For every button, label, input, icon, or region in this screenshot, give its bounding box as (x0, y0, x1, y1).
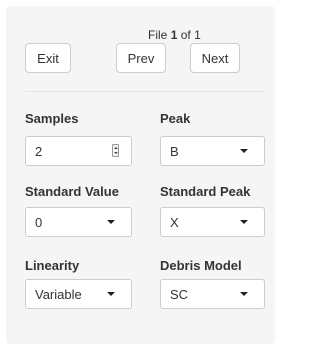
section-divider (25, 91, 265, 92)
standard-value-label: Standard Value (25, 184, 119, 199)
file-pager-status: File 1 of 1 (148, 28, 201, 42)
samples-label: Samples (25, 111, 79, 126)
peak-value: B (170, 143, 179, 159)
debris-model-value: SC (170, 286, 189, 302)
standard-peak-label: Standard Peak (160, 184, 251, 199)
standard-value-value: 0 (35, 214, 43, 230)
spinner-arrows-icon[interactable] (112, 144, 119, 157)
linearity-label: Linearity (25, 258, 80, 273)
pager-total: 1 (194, 28, 201, 42)
next-button-label: Next (201, 50, 229, 66)
caret-down-icon (240, 292, 248, 296)
standard-value-select[interactable]: 0 (25, 207, 132, 237)
samples-value: 2 (35, 143, 43, 159)
caret-down-icon (107, 292, 115, 296)
debris-model-label: Debris Model (160, 258, 242, 273)
peak-select[interactable]: B (160, 136, 265, 166)
caret-down-icon (240, 149, 248, 153)
caret-down-icon (240, 220, 248, 224)
debris-model-select[interactable]: SC (160, 279, 265, 309)
linearity-select[interactable]: Variable (25, 279, 132, 309)
pager-middle: of (180, 28, 191, 42)
prev-button[interactable]: Prev (116, 43, 166, 73)
samples-number-input[interactable]: 2 (25, 136, 132, 166)
pager-current: 1 (170, 28, 178, 42)
standard-peak-value: X (170, 214, 179, 230)
exit-button-label: Exit (37, 50, 59, 66)
standard-peak-select[interactable]: X (160, 207, 265, 237)
peak-label: Peak (160, 111, 191, 126)
pager-prefix: File (148, 28, 168, 42)
caret-down-icon (107, 220, 115, 224)
linearity-value: Variable (35, 286, 82, 302)
prev-button-label: Prev (127, 50, 155, 66)
exit-button[interactable]: Exit (25, 43, 71, 73)
next-button[interactable]: Next (190, 43, 240, 73)
